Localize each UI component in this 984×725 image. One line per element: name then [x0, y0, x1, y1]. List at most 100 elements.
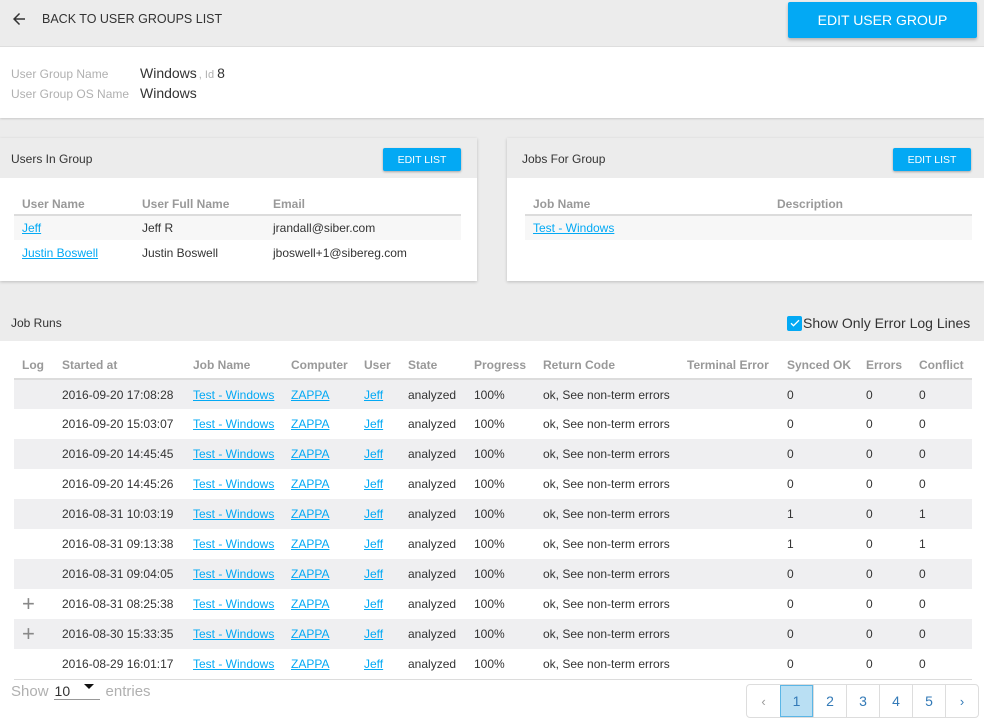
computer-link[interactable]: ZAPPA	[291, 627, 329, 641]
started-at: 2016-08-29 16:01:17	[54, 649, 185, 680]
job-name-link[interactable]: Test - Windows	[193, 657, 274, 671]
progress: 100%	[466, 439, 535, 469]
pagination-prev[interactable]: ‹	[747, 685, 780, 717]
col-user-name[interactable]: User Name	[14, 193, 134, 216]
computer-link[interactable]: ZAPPA	[291, 597, 329, 611]
job-name-link[interactable]: Test - Windows	[193, 567, 274, 581]
synced-ok: 0	[787, 477, 794, 491]
progress: 100%	[466, 499, 535, 529]
table-row: 2016-09-20 15:03:07 Test - Windows ZAPPA…	[14, 409, 972, 439]
started-at: 2016-08-31 10:03:19	[54, 499, 185, 529]
page-size-select[interactable]: 10	[53, 683, 100, 700]
table-row: 2016-09-20 14:45:45 Test - Windows ZAPPA…	[14, 439, 972, 469]
job-name-link[interactable]: Test - Windows	[193, 477, 274, 491]
computer-link[interactable]: ZAPPA	[291, 657, 329, 671]
return-code: ok, See non-term errors	[543, 477, 670, 491]
col-return-code[interactable]: Return Code	[535, 352, 679, 380]
col-terminal-error[interactable]: Terminal Error	[679, 352, 779, 380]
entries-label: entries	[105, 683, 151, 700]
user-link[interactable]: Jeff	[364, 417, 383, 431]
user-name-link[interactable]: Justin Boswell	[22, 246, 98, 260]
users-card-title: Users In Group	[11, 152, 93, 166]
group-id-label: , Id	[198, 69, 215, 81]
group-os-label: User Group OS Name	[11, 87, 130, 101]
conflict: 0	[919, 477, 926, 491]
conflict: 0	[911, 379, 972, 409]
computer-link[interactable]: ZAPPA	[291, 567, 329, 581]
conflict: 0	[911, 439, 972, 469]
user-link[interactable]: Jeff	[364, 477, 383, 491]
jobs-for-group-card: Jobs For Group EDIT LIST Job Name Descri…	[507, 138, 984, 281]
conflict: 0	[919, 417, 926, 431]
synced-ok: 0	[779, 559, 858, 589]
col-errors[interactable]: Errors	[858, 352, 911, 380]
computer-link[interactable]: ZAPPA	[291, 388, 329, 402]
edit-user-group-button[interactable]: EDIT USER GROUP	[788, 2, 977, 38]
table-row: + 2016-08-31 08:25:38 Test - Windows ZAP…	[14, 589, 972, 619]
pagination-page-2[interactable]: 2	[813, 685, 846, 717]
computer-link[interactable]: ZAPPA	[291, 447, 329, 461]
computer-link[interactable]: ZAPPA	[291, 417, 329, 431]
col-email[interactable]: Email	[265, 193, 461, 216]
users-card-header: Users In Group EDIT LIST	[0, 138, 477, 178]
user-link[interactable]: Jeff	[364, 567, 383, 581]
job-name-link[interactable]: Test - Windows	[533, 221, 614, 235]
terminal-error	[679, 499, 779, 529]
user-link[interactable]: Jeff	[364, 388, 383, 402]
user-name-link[interactable]: Jeff	[22, 221, 41, 235]
job-name-link[interactable]: Test - Windows	[193, 447, 274, 461]
expand-log-icon[interactable]: +	[22, 621, 35, 646]
job-name-link[interactable]: Test - Windows	[193, 507, 274, 521]
user-link[interactable]: Jeff	[364, 537, 383, 551]
pagination-page-4[interactable]: 4	[879, 685, 912, 717]
job-name-link[interactable]: Test - Windows	[193, 417, 274, 431]
expand-log-icon[interactable]: +	[22, 591, 35, 616]
page-size-control: Show 10 entries	[11, 683, 151, 700]
user-link[interactable]: Jeff	[364, 507, 383, 521]
edit-users-list-button[interactable]: EDIT LIST	[383, 148, 461, 171]
col-job-name[interactable]: Job Name	[525, 193, 769, 216]
state: analyzed	[408, 417, 457, 431]
pagination-next[interactable]: ›	[945, 685, 978, 717]
pagination-page-1[interactable]: 1	[780, 685, 813, 717]
show-only-error-log-lines-checkbox[interactable]: Show Only Error Log Lines	[786, 315, 970, 331]
col-description[interactable]: Description	[769, 193, 972, 216]
col-state[interactable]: State	[400, 352, 466, 380]
user-link[interactable]: Jeff	[364, 657, 383, 671]
edit-jobs-list-button[interactable]: EDIT LIST	[893, 148, 971, 171]
computer-link[interactable]: ZAPPA	[291, 507, 329, 521]
state: analyzed	[400, 619, 466, 649]
user-link[interactable]: Jeff	[364, 597, 383, 611]
job-name-link[interactable]: Test - Windows	[193, 597, 274, 611]
terminal-error	[679, 619, 779, 649]
started-at: 2016-09-20 17:08:28	[54, 379, 185, 409]
job-name-link[interactable]: Test - Windows	[193, 537, 274, 551]
col-computer[interactable]: Computer	[283, 352, 356, 380]
pagination-page-3[interactable]: 3	[846, 685, 879, 717]
col-synced-ok[interactable]: Synced OK	[779, 352, 858, 380]
table-row: Justin Boswell Justin Boswell jboswell+1…	[14, 240, 461, 265]
checkbox-checked-icon[interactable]	[787, 315, 802, 331]
return-code: ok, See non-term errors	[535, 649, 679, 680]
col-user-full-name[interactable]: User Full Name	[134, 193, 265, 216]
user-email: jrandall@siber.com	[265, 215, 461, 240]
col-conflict[interactable]: Conflict	[911, 352, 972, 380]
col-progress[interactable]: Progress	[466, 352, 535, 380]
back-to-user-groups-link[interactable]: BACK TO USER GROUPS LIST	[10, 8, 222, 30]
arrow-left-icon	[13, 13, 25, 25]
page-size-value: 10	[54, 683, 71, 699]
col-user[interactable]: User	[356, 352, 400, 380]
terminal-error	[679, 409, 779, 439]
job-name-link[interactable]: Test - Windows	[193, 388, 274, 402]
col-log[interactable]: Log	[14, 352, 54, 380]
col-started-at[interactable]: Started at	[54, 352, 185, 380]
progress: 100%	[474, 417, 505, 431]
job-name-link[interactable]: Test - Windows	[193, 627, 274, 641]
pagination-page-5[interactable]: 5	[912, 685, 945, 717]
col-job-name[interactable]: Job Name	[185, 352, 283, 380]
user-link[interactable]: Jeff	[364, 447, 383, 461]
conflict: 0	[911, 619, 972, 649]
computer-link[interactable]: ZAPPA	[291, 537, 329, 551]
computer-link[interactable]: ZAPPA	[291, 477, 329, 491]
user-link[interactable]: Jeff	[364, 627, 383, 641]
